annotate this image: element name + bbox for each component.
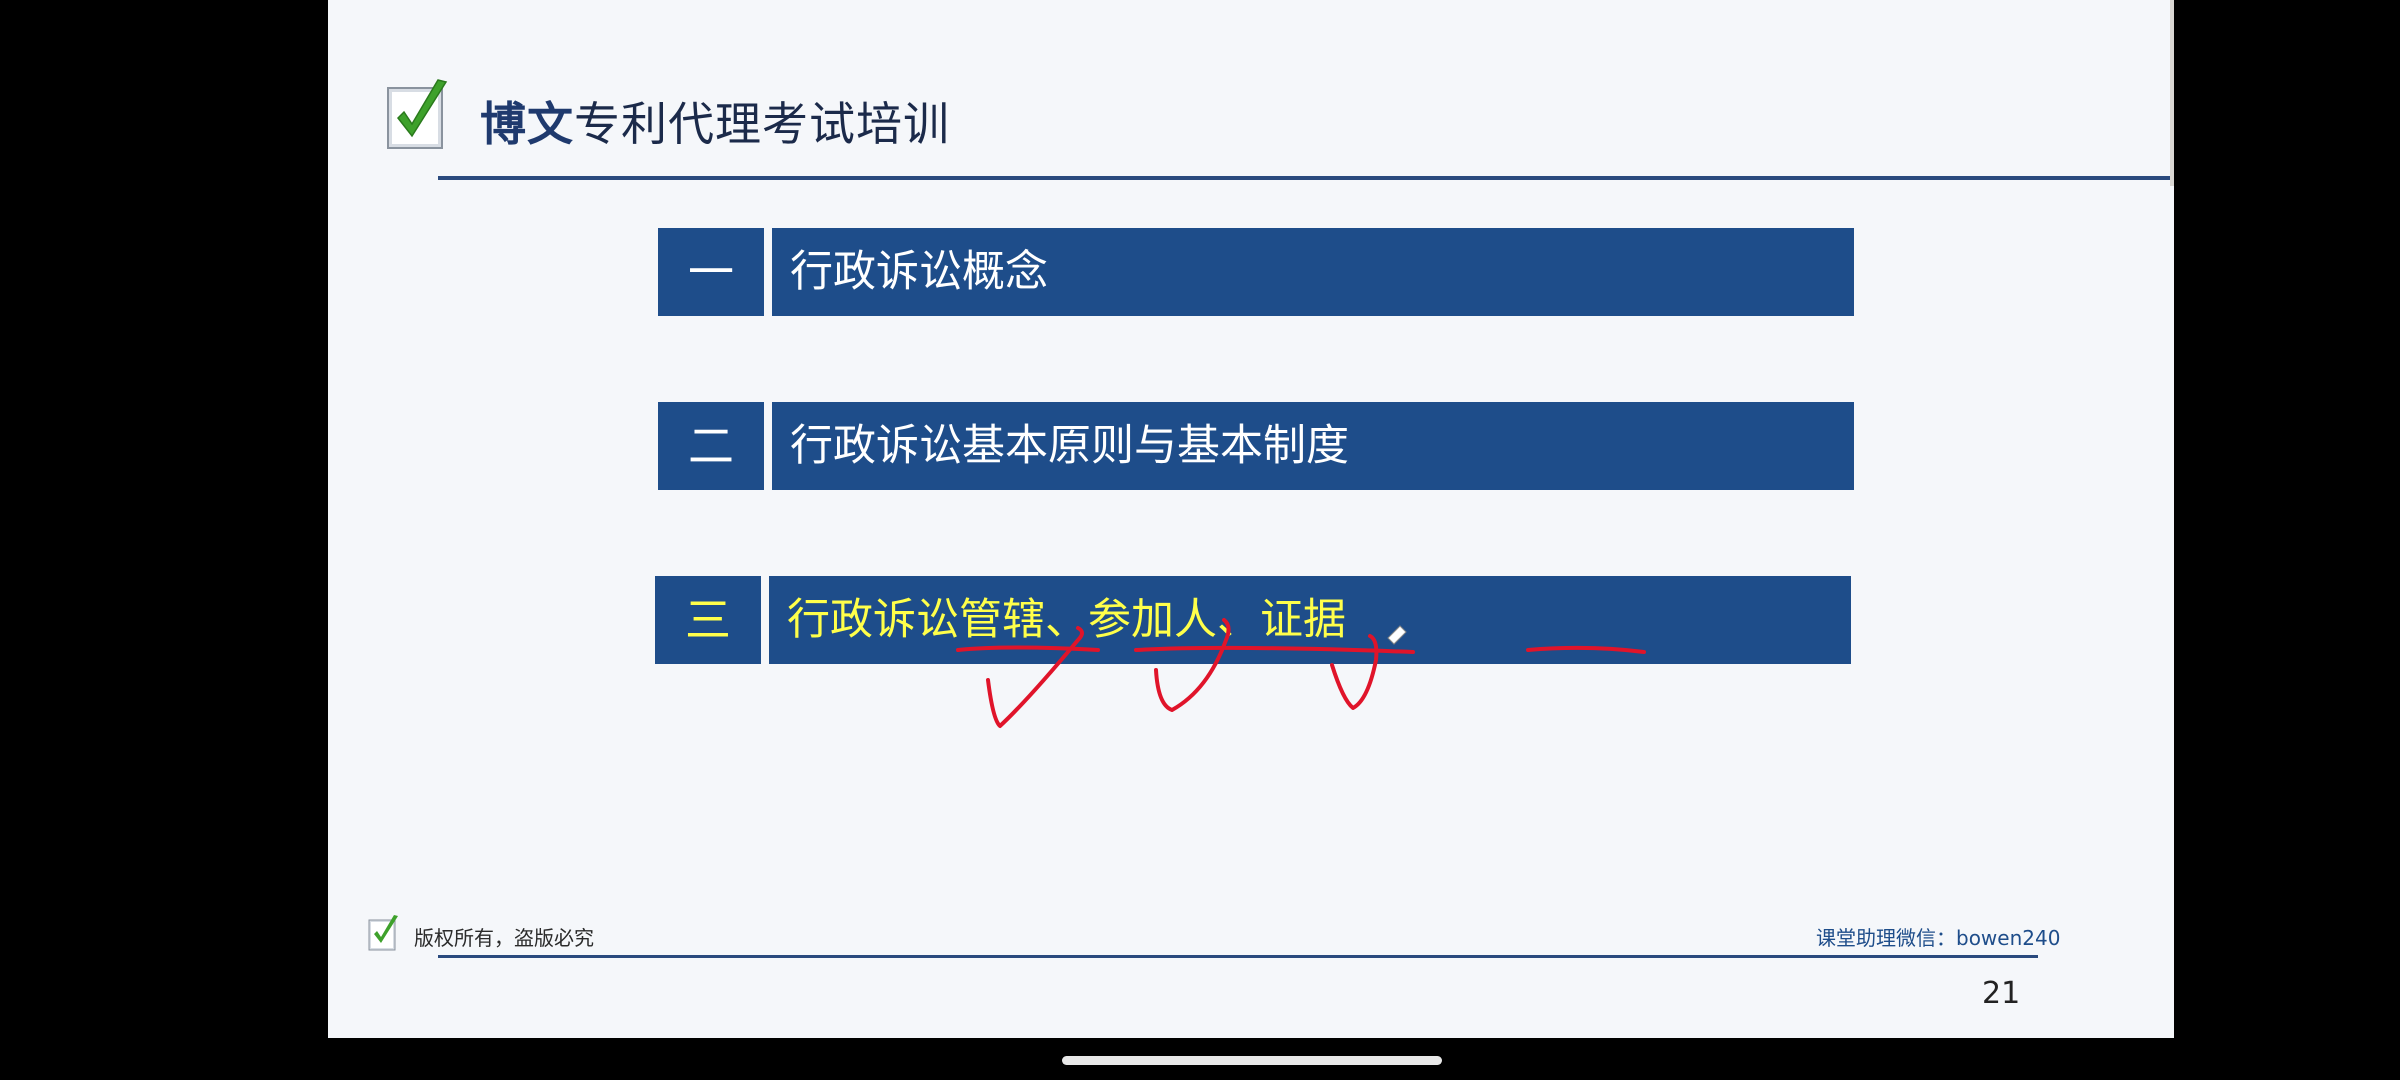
home-indicator[interactable] <box>1062 1056 1442 1065</box>
slide-page-number: 21 <box>1982 976 2021 1011</box>
brand-title-bold: 博文 <box>480 97 574 151</box>
footer-divider <box>438 955 2038 958</box>
title-separator: 、 <box>1217 595 1260 645</box>
outline-number: 三 <box>655 576 761 664</box>
handwritten-annotations <box>956 618 1646 728</box>
assistant-contact: 课堂助理微信：bowen240 <box>1816 926 2061 950</box>
checkmark-box-icon <box>387 79 448 149</box>
presentation-slide: 博文专利代理考试培训 一 行政诉讼概念 二 行政诉讼基本原则与基本制度 三 行政… <box>328 0 2174 1038</box>
header-divider <box>438 176 2174 180</box>
brand-title: 博文专利代理考试培训 <box>480 88 950 154</box>
brand-title-rest: 专利代理考试培训 <box>574 97 950 151</box>
title-part-participants: 参加人 <box>1088 595 1217 645</box>
outline-number: 二 <box>658 402 764 490</box>
outline-title: 行政诉讼基本原则与基本制度 <box>772 402 1854 490</box>
checkmark-box-icon <box>368 915 398 951</box>
presenter-webcam-video <box>2170 0 2174 186</box>
title-part-jurisdiction: 行政诉讼管辖 <box>787 595 1045 645</box>
title-part-evidence: 证据 <box>1260 595 1346 645</box>
outline-title: 行政诉讼管辖、参加人、证据 <box>769 576 1851 664</box>
outline-number: 一 <box>658 228 764 316</box>
title-separator: 、 <box>1045 595 1088 645</box>
copyright-notice: 版权所有，盗版必究 <box>414 926 594 950</box>
outline-title: 行政诉讼概念 <box>772 228 1854 316</box>
